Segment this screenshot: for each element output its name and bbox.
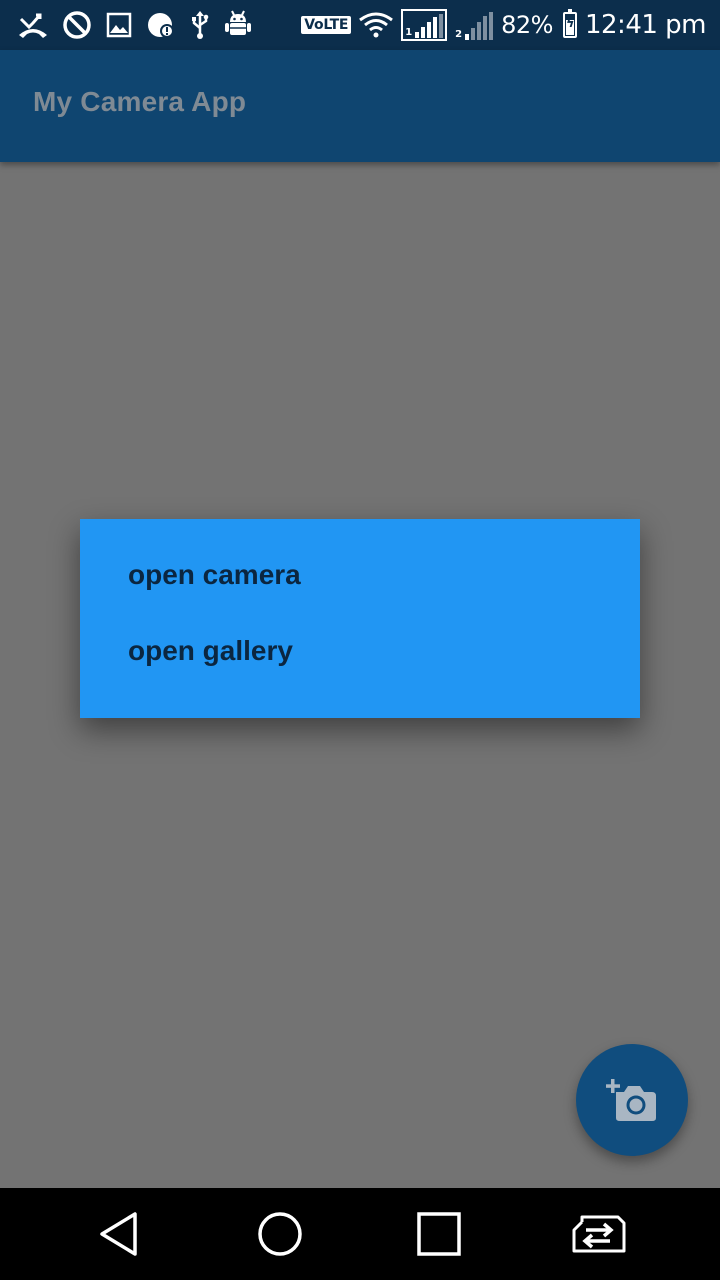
add-a-photo-icon: [606, 1079, 656, 1121]
image-icon: [106, 12, 132, 38]
clock: 12:41 pm: [584, 10, 707, 40]
status-icons-right: VoLTE 1 2 82% ϟ 12:41 pm: [301, 8, 707, 42]
status-icons-left: [18, 9, 252, 41]
battery-charging-icon: ϟ: [562, 9, 577, 38]
add-photo-button[interactable]: [576, 1044, 688, 1156]
sim-switch-button[interactable]: [538, 1188, 658, 1280]
app-title: My Camera App: [33, 86, 247, 117]
android-debug-icon: [225, 10, 251, 35]
battery-percent: 82%: [501, 11, 553, 39]
open-gallery-option[interactable]: open gallery: [128, 635, 293, 667]
wifi-icon: [359, 12, 394, 38]
sim1-signal-icon: 1: [401, 9, 448, 41]
options-dialog: open camera open gallery: [80, 519, 640, 718]
home-icon: [258, 1212, 302, 1256]
home-button[interactable]: [220, 1188, 340, 1280]
do-not-disturb-icon: [63, 11, 91, 39]
data-saver-icon: [148, 13, 174, 38]
app-bar: My Camera App: [0, 50, 720, 162]
usb-icon: [192, 11, 209, 39]
missed-call-icon: [19, 13, 47, 38]
sim2-signal-icon: 2: [455, 10, 494, 40]
back-button[interactable]: [60, 1188, 180, 1280]
navigation-bar: [0, 1188, 720, 1280]
sim1-number: 1: [405, 27, 413, 38]
sim-switch-icon: [572, 1215, 626, 1253]
status-bar: VoLTE 1 2 82% ϟ 12:41 pm: [0, 0, 720, 50]
recents-button[interactable]: [379, 1188, 499, 1280]
back-icon: [100, 1212, 137, 1256]
sim2-number: 2: [455, 29, 463, 40]
open-camera-option[interactable]: open camera: [128, 559, 301, 591]
recents-icon: [417, 1212, 461, 1256]
volte-badge: VoLTE: [301, 16, 352, 34]
